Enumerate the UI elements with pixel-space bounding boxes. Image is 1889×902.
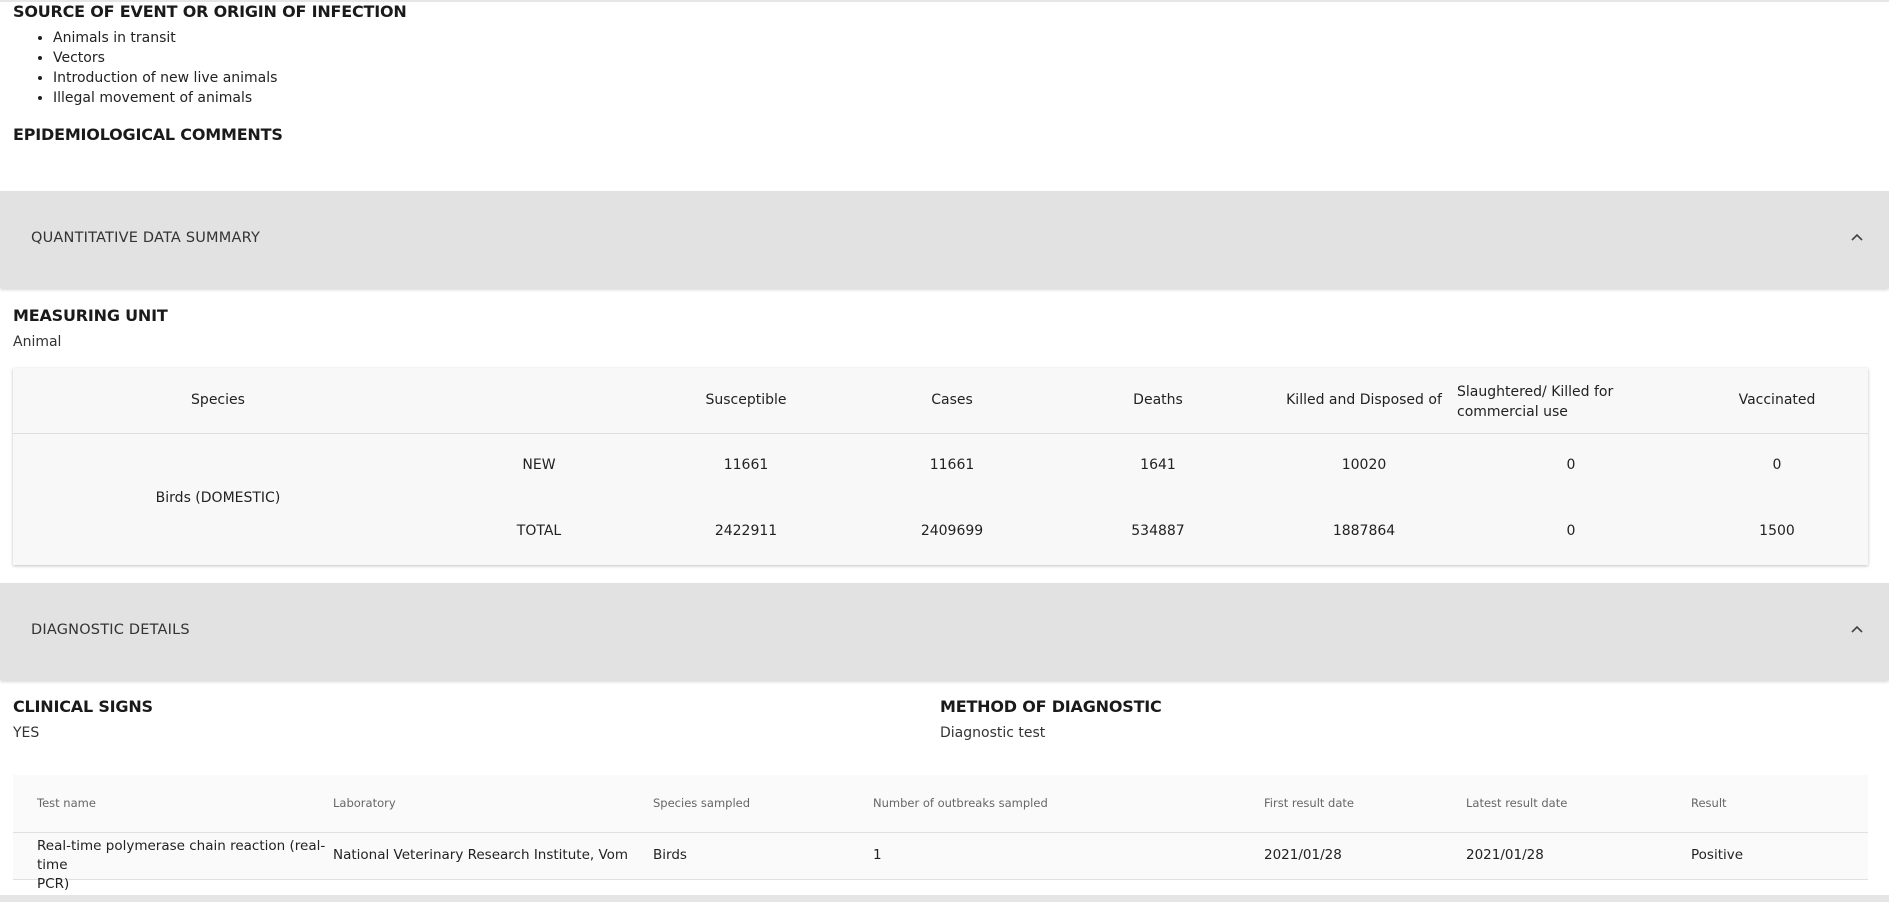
- list-item: Vectors: [53, 48, 277, 68]
- test-name-line2: PCR): [37, 876, 70, 892]
- test-name-line1: Real-time polymerase chain reaction (rea…: [37, 838, 326, 873]
- quantitative-table: Species Susceptible Cases Deaths Killed …: [13, 368, 1868, 565]
- table-cell: 2422911: [714, 523, 778, 539]
- column-header-susceptible: Susceptible: [705, 392, 787, 408]
- method-value: Diagnostic test: [940, 725, 1046, 741]
- diagnostic-table: Test name Laboratory Species sampled Num…: [13, 775, 1868, 892]
- quantitative-panel-header[interactable]: QUANTITATIVE DATA SUMMARY: [0, 191, 1889, 288]
- measuring-unit-title: MEASURING UNIT: [13, 306, 168, 325]
- table-cell: 0: [1566, 457, 1576, 473]
- column-header-species: Species: [191, 392, 245, 408]
- chevron-up-icon[interactable]: [1847, 619, 1867, 639]
- column-header-first-date: First result date: [1264, 796, 1354, 810]
- column-header-deaths: Deaths: [1133, 392, 1183, 408]
- table-cell: 534887: [1131, 523, 1185, 539]
- diagnostic-panel-label: DIAGNOSTIC DETAILS: [31, 622, 190, 638]
- outbreaks-cell: 1: [873, 847, 882, 863]
- table-header-row: Test name Laboratory Species sampled Num…: [13, 775, 1868, 833]
- clinical-signs-title: CLINICAL SIGNS: [13, 697, 153, 716]
- quantitative-panel-label: QUANTITATIVE DATA SUMMARY: [31, 230, 260, 246]
- clinical-signs-value: YES: [13, 725, 40, 741]
- column-header-vaccinated: Vaccinated: [1738, 392, 1816, 408]
- species-cell: Birds (DOMESTIC): [155, 490, 281, 506]
- chevron-up-icon[interactable]: [1847, 227, 1867, 247]
- measuring-unit-value: Animal: [13, 334, 62, 350]
- column-header-latest-date: Latest result date: [1466, 796, 1568, 810]
- column-header-killed: Killed and Disposed of: [1286, 392, 1442, 408]
- column-header-slaughtered: Slaughtered/ Killed for commercial use: [1457, 382, 1663, 422]
- table-cell: 0: [1772, 457, 1782, 473]
- result-cell: Positive: [1691, 847, 1744, 863]
- column-header-laboratory: Laboratory: [333, 796, 396, 810]
- table-header-row: Species Susceptible Cases Deaths Killed …: [13, 368, 1868, 434]
- list-item: Illegal movement of animals: [53, 88, 277, 108]
- table-cell: 1641: [1140, 457, 1176, 473]
- table-cell: 0: [1566, 523, 1576, 539]
- diagnostic-panel-header[interactable]: DIAGNOSTIC DETAILS: [0, 583, 1889, 680]
- table-cell: 11661: [723, 457, 769, 473]
- bottom-divider: [0, 895, 1889, 902]
- column-header-slaughtered-line2: commercial use: [1457, 404, 1568, 420]
- laboratory-cell: National Veterinary Research Institute, …: [333, 847, 629, 863]
- latest-date-cell: 2021/01/28: [1466, 847, 1544, 863]
- table-cell: 1500: [1759, 523, 1795, 539]
- test-name-cell: Real-time polymerase chain reaction (rea…: [37, 837, 337, 894]
- table-cell: 2409699: [920, 523, 984, 539]
- table-cell: 10020: [1341, 457, 1387, 473]
- source-list: Animals in transit Vectors Introduction …: [13, 28, 277, 108]
- column-header-outbreaks: Number of outbreaks sampled: [873, 796, 1048, 810]
- species-sampled-cell: Birds: [653, 847, 687, 863]
- list-item: Animals in transit: [53, 28, 277, 48]
- column-header-species-sampled: Species sampled: [653, 796, 751, 810]
- epi-comments-title: EPIDEMIOLOGICAL COMMENTS: [13, 125, 283, 144]
- source-title: SOURCE OF EVENT OR ORIGIN OF INFECTION: [13, 2, 407, 21]
- row-label-total: TOTAL: [516, 523, 562, 539]
- table-cell: 1887864: [1332, 523, 1396, 539]
- row-label-new: NEW: [522, 457, 556, 473]
- column-header-cases: Cases: [931, 392, 973, 408]
- table-cell: 11661: [929, 457, 975, 473]
- first-date-cell: 2021/01/28: [1264, 847, 1342, 863]
- method-title: METHOD OF DIAGNOSTIC: [940, 697, 1162, 716]
- column-header-test-name: Test name: [37, 796, 96, 810]
- list-item: Introduction of new live animals: [53, 68, 277, 88]
- column-header-result: Result: [1691, 796, 1727, 810]
- column-header-slaughtered-line1: Slaughtered/ Killed for: [1457, 384, 1614, 400]
